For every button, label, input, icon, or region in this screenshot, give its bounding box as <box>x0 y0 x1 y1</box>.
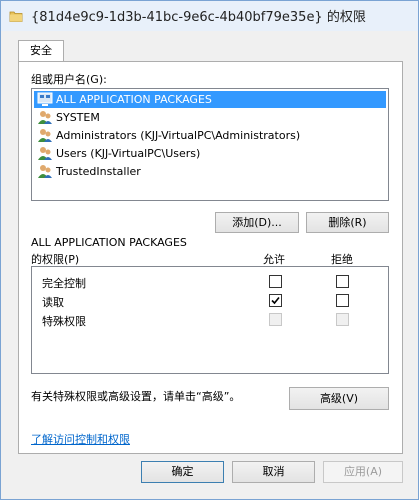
permissions-list: 完全控制 读取 特殊权限 <box>31 266 389 374</box>
users-icon <box>37 164 53 179</box>
list-item-label: Administrators (KJJ-VirtualPC\Administra… <box>56 129 301 142</box>
app-packages-icon <box>37 92 53 107</box>
ok-button[interactable]: 确定 <box>141 461 224 483</box>
permissions-subject: ALL APPLICATION PACKAGES <box>31 236 187 249</box>
list-item[interactable]: TrustedInstaller <box>34 163 386 180</box>
list-item[interactable]: Administrators (KJJ-VirtualPC\Administra… <box>34 127 386 144</box>
checkmark-icon <box>271 296 280 305</box>
deny-checkbox[interactable] <box>336 275 349 288</box>
users-icon <box>37 110 53 125</box>
list-item[interactable]: Users (KJJ-VirtualPC\Users) <box>34 145 386 162</box>
list-item-label: SYSTEM <box>56 111 100 124</box>
allow-checkbox[interactable] <box>269 294 282 307</box>
folder-icon <box>9 9 23 23</box>
allow-header: 允许 <box>263 253 285 266</box>
add-button[interactable]: 添加(D)... <box>215 212 299 233</box>
list-item[interactable]: SYSTEM <box>34 109 386 126</box>
advanced-button[interactable]: 高级(V) <box>289 387 389 410</box>
groups-label: 组或用户名(G): <box>31 73 107 86</box>
apply-button: 应用(A) <box>323 461 403 483</box>
permissions-dialog: {81d4e9c9-1d3b-41bc-9e6c-4b40bf79e35e} 的… <box>0 0 419 500</box>
permissions-label: 的权限(P) <box>31 253 80 266</box>
permission-row: 读取 <box>42 292 382 310</box>
allow-checkbox[interactable] <box>269 275 282 288</box>
permission-row: 完全控制 <box>42 273 382 291</box>
users-list[interactable]: ALL APPLICATION PACKAGES SYSTEM Administ… <box>31 88 389 201</box>
permission-row: 特殊权限 <box>42 311 382 329</box>
users-icon <box>37 128 53 143</box>
permission-name: 特殊权限 <box>42 315 86 328</box>
deny-checkbox <box>336 313 349 326</box>
deny-checkbox[interactable] <box>336 294 349 307</box>
advanced-hint: 有关特殊权限或高级设置，请单击“高级”。 <box>31 390 241 403</box>
remove-button[interactable]: 删除(R) <box>306 212 389 233</box>
cancel-button[interactable]: 取消 <box>232 461 315 483</box>
deny-header: 拒绝 <box>331 253 353 266</box>
permission-name: 完全控制 <box>42 277 86 290</box>
allow-checkbox <box>269 313 282 326</box>
title-bar: {81d4e9c9-1d3b-41bc-9e6c-4b40bf79e35e} 的… <box>1 1 418 31</box>
window-title: {81d4e9c9-1d3b-41bc-9e6c-4b40bf79e35e} 的… <box>31 10 366 25</box>
access-control-help-link[interactable]: 了解访问控制和权限 <box>31 431 130 447</box>
users-icon <box>37 146 53 161</box>
list-item-label: TrustedInstaller <box>56 165 141 178</box>
permission-name: 读取 <box>42 296 64 309</box>
list-item-label: Users (KJJ-VirtualPC\Users) <box>56 147 201 160</box>
list-item-label: ALL APPLICATION PACKAGES <box>56 93 212 106</box>
list-item[interactable]: ALL APPLICATION PACKAGES <box>34 91 386 108</box>
tab-security[interactable]: 安全 <box>18 40 64 62</box>
